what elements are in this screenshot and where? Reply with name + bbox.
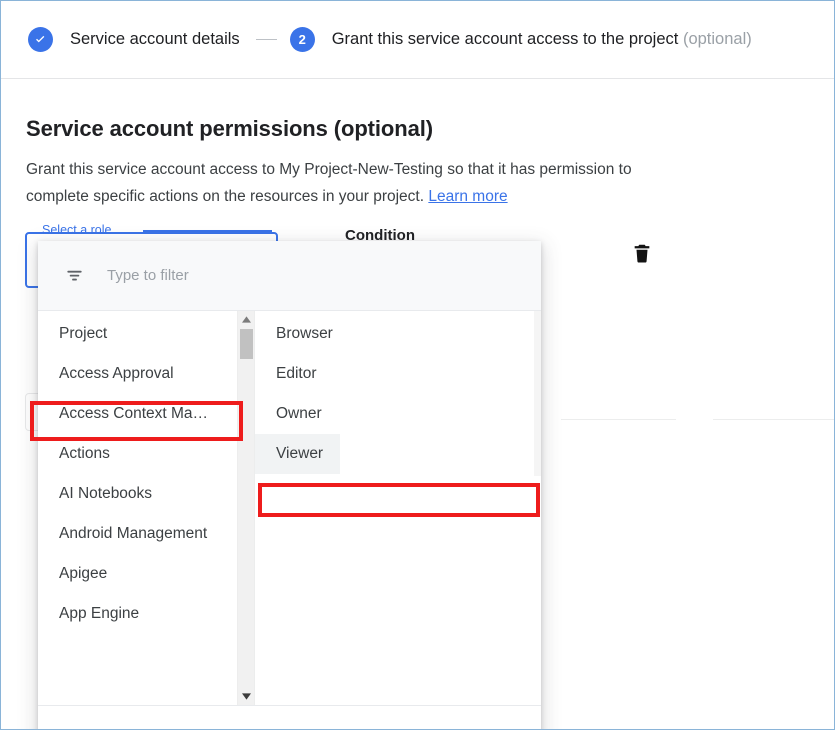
category-item-access-approval[interactable]: Access Approval <box>38 354 254 394</box>
select-a-role-notch-line <box>143 230 272 232</box>
role-list-scrollbar[interactable] <box>534 311 541 476</box>
step-service-account-details[interactable]: Service account details <box>28 27 240 52</box>
page-description-text: Grant this service account access to My … <box>26 161 632 205</box>
step-2-label-text: Grant this service account access to the… <box>331 30 679 48</box>
step-grant-access[interactable]: 2 Grant this service account access to t… <box>289 27 752 52</box>
category-item-apigee[interactable]: Apigee <box>38 554 254 594</box>
trash-icon[interactable] <box>631 240 653 266</box>
role-item-viewer[interactable]: Viewer <box>255 434 340 474</box>
role-dropdown-panel: Project Access Approval Access Context M… <box>38 241 541 729</box>
role-item-browser[interactable]: Browser <box>255 314 541 354</box>
category-item-actions[interactable]: Actions <box>38 434 254 474</box>
category-item-access-context-manager[interactable]: Access Context Ma… <box>38 394 254 434</box>
step-2-label: Grant this service account access to the… <box>332 30 752 49</box>
learn-more-link[interactable]: Learn more <box>428 188 507 205</box>
role-item-editor[interactable]: Editor <box>255 354 541 394</box>
select-a-role-label: Select a role <box>42 223 112 237</box>
role-list-inner: Browser Editor Owner Viewer <box>255 311 541 474</box>
caret-down-icon[interactable] <box>238 688 254 705</box>
filter-list-icon <box>65 266 84 285</box>
main-content: Service account permissions (optional) G… <box>1 80 834 729</box>
background-form-divider-left <box>561 419 676 420</box>
page-title: Service account permissions (optional) <box>26 116 433 141</box>
category-item-android-management[interactable]: Android Management <box>38 514 254 554</box>
step-1-label: Service account details <box>70 30 240 48</box>
role-dropdown-columns: Project Access Approval Access Context M… <box>38 311 541 705</box>
caret-up-icon[interactable] <box>238 311 254 328</box>
check-circle-icon <box>28 27 53 52</box>
role-list: Browser Editor Owner Viewer <box>254 311 541 705</box>
role-category-list: Project Access Approval Access Context M… <box>38 311 254 705</box>
role-dropdown-footer: MANAGE ROLES <box>38 705 541 729</box>
scrollbar-thumb[interactable] <box>240 329 253 359</box>
category-item-app-engine[interactable]: App Engine <box>38 594 254 634</box>
role-filter-input[interactable] <box>105 266 485 285</box>
category-list-scrollbar[interactable] <box>237 311 254 705</box>
page-description: Grant this service account access to My … <box>26 156 686 210</box>
role-filter-bar <box>38 241 541 311</box>
role-item-owner[interactable]: Owner <box>255 394 541 434</box>
step-2-number-badge: 2 <box>289 27 315 52</box>
wizard-stepper: Service account details 2 Grant this ser… <box>1 1 834 79</box>
page-root: Service account details 2 Grant this ser… <box>0 0 835 730</box>
step-2-optional-tag: (optional) <box>682 30 752 48</box>
category-item-project[interactable]: Project <box>38 314 254 354</box>
background-form-divider-right <box>713 419 834 420</box>
step-separator <box>255 38 277 41</box>
category-item-ai-notebooks[interactable]: AI Notebooks <box>38 474 254 514</box>
